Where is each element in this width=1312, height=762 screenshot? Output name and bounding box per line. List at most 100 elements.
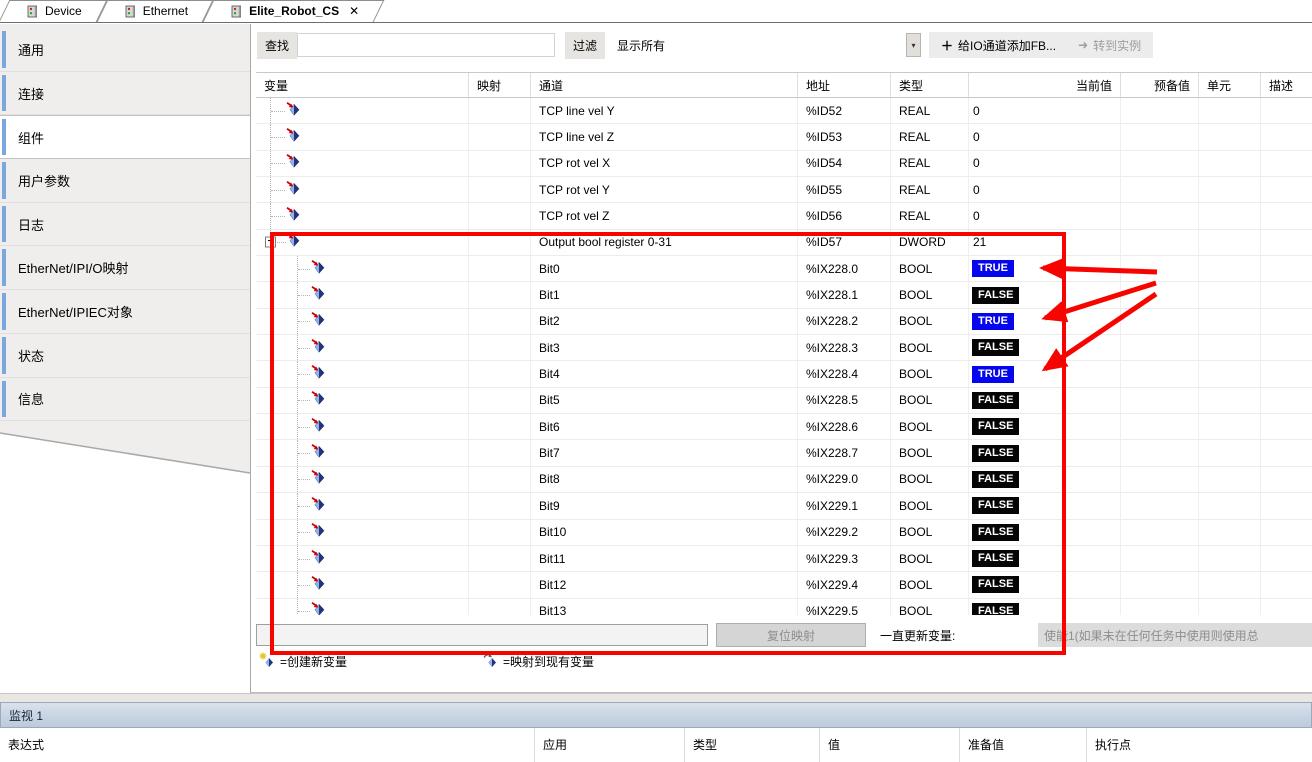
variable-cell[interactable] xyxy=(256,151,469,176)
sidebar-item-1[interactable]: 连接 xyxy=(0,72,250,116)
bool-value-badge[interactable]: TRUE xyxy=(972,366,1014,383)
column-header-8[interactable]: 描述 xyxy=(1261,73,1312,97)
sidebar-item-7[interactable]: 状态 xyxy=(0,334,250,378)
current-value-cell[interactable]: FALSE xyxy=(969,414,1121,439)
current-value-cell[interactable]: FALSE xyxy=(969,282,1121,307)
column-header-7[interactable]: 单元 xyxy=(1199,73,1261,97)
prepared-value-cell[interactable] xyxy=(1121,177,1199,202)
tab-elite-robot-cs[interactable]: Elite_Robot_CS✕ xyxy=(208,0,379,22)
column-header-0[interactable]: 变量 xyxy=(256,73,469,97)
variable-cell[interactable] xyxy=(256,599,469,615)
prepared-value-cell[interactable] xyxy=(1121,256,1199,281)
io-row-bit6[interactable]: Bit6%IX228.6BOOLFALSE xyxy=(256,414,1312,440)
prepared-value-cell[interactable] xyxy=(1121,572,1199,597)
find-input[interactable] xyxy=(297,33,555,57)
io-row-bit5[interactable]: Bit5%IX228.5BOOLFALSE xyxy=(256,388,1312,414)
bool-value-badge[interactable]: FALSE xyxy=(972,287,1019,304)
mapping-cell[interactable] xyxy=(469,309,531,334)
bool-value-badge[interactable]: FALSE xyxy=(972,471,1019,488)
update-mode-dropdown[interactable]: 使能1(如果未在任何任务中使用则使用总 xyxy=(1038,623,1312,647)
mapping-cell[interactable] xyxy=(469,335,531,360)
mapping-cell[interactable] xyxy=(469,151,531,176)
watch-column-header-3[interactable]: 值 xyxy=(820,728,960,762)
prepared-value-cell[interactable] xyxy=(1121,467,1199,492)
column-header-3[interactable]: 地址 xyxy=(798,73,891,97)
prepared-value-cell[interactable] xyxy=(1121,493,1199,518)
io-row-bit8[interactable]: Bit8%IX229.0BOOLFALSE xyxy=(256,467,1312,493)
variable-cell[interactable] xyxy=(256,256,469,281)
io-row-bit12[interactable]: Bit12%IX229.4BOOLFALSE xyxy=(256,572,1312,598)
bool-value-badge[interactable]: FALSE xyxy=(972,418,1019,435)
tab-device[interactable]: Device xyxy=(4,0,102,22)
current-value-cell[interactable]: 0 xyxy=(969,177,1121,202)
bool-value-badge[interactable]: FALSE xyxy=(972,603,1019,615)
current-value-cell[interactable]: TRUE xyxy=(969,309,1121,334)
io-row-bit0[interactable]: Bit0%IX228.0BOOLTRUE xyxy=(256,256,1312,282)
sidebar-item-8[interactable]: 信息 xyxy=(0,378,250,422)
column-header-5[interactable]: 当前值 xyxy=(969,73,1121,97)
current-value-cell[interactable]: FALSE xyxy=(969,440,1121,465)
mapping-cell[interactable] xyxy=(469,388,531,413)
mapping-cell[interactable] xyxy=(469,440,531,465)
variable-cell[interactable] xyxy=(256,177,469,202)
variable-cell[interactable]: − xyxy=(256,230,469,255)
sidebar-item-5[interactable]: EtherNet/IPI/O映射 xyxy=(0,246,250,290)
io-row-bit1[interactable]: Bit1%IX228.1BOOLFALSE xyxy=(256,282,1312,308)
prepared-value-cell[interactable] xyxy=(1121,414,1199,439)
variable-cell[interactable] xyxy=(256,546,469,571)
io-row-bit3[interactable]: Bit3%IX228.3BOOLFALSE xyxy=(256,335,1312,361)
io-row-output-bool-register-0-31[interactable]: − Output bool register 0-31%ID57DWORD21 xyxy=(256,230,1312,256)
filter-dropdown[interactable]: 显示所有 ▾ xyxy=(609,33,921,57)
current-value[interactable]: 0 xyxy=(969,104,980,118)
variable-cell[interactable] xyxy=(256,98,469,123)
mapping-cell[interactable] xyxy=(469,493,531,518)
variable-cell[interactable] xyxy=(256,335,469,360)
sidebar-item-4[interactable]: 日志 xyxy=(0,203,250,247)
mapping-cell[interactable] xyxy=(469,599,531,615)
sidebar-item-3[interactable]: 用户参数 xyxy=(0,159,250,203)
prepared-value-cell[interactable] xyxy=(1121,335,1199,360)
prepared-value-cell[interactable] xyxy=(1121,546,1199,571)
current-value-cell[interactable]: 0 xyxy=(969,203,1121,228)
current-value-cell[interactable]: FALSE xyxy=(969,546,1121,571)
variable-cell[interactable] xyxy=(256,572,469,597)
current-value-cell[interactable]: TRUE xyxy=(969,256,1121,281)
io-row-tcp-line-vel-y[interactable]: TCP line vel Y%ID52REAL0 xyxy=(256,98,1312,124)
mapping-cell[interactable] xyxy=(469,520,531,545)
column-header-1[interactable]: 映射 xyxy=(469,73,531,97)
bool-value-badge[interactable]: FALSE xyxy=(972,445,1019,462)
variable-cell[interactable] xyxy=(256,388,469,413)
prepared-value-cell[interactable] xyxy=(1121,230,1199,255)
prepared-value-cell[interactable] xyxy=(1121,98,1199,123)
current-value[interactable]: 0 xyxy=(969,156,980,170)
panel-splitter[interactable] xyxy=(0,693,1312,702)
add-fb-to-io-channel-button[interactable]: ＋ 给IO通道添加FB... xyxy=(941,37,1056,54)
watch-column-header-5[interactable]: 执行点 xyxy=(1087,728,1312,762)
io-row-bit2[interactable]: Bit2%IX228.2BOOLTRUE xyxy=(256,309,1312,335)
column-header-2[interactable]: 通道 xyxy=(531,73,798,97)
mapping-cell[interactable] xyxy=(469,177,531,202)
bool-value-badge[interactable]: FALSE xyxy=(972,497,1019,514)
sidebar-item-0[interactable]: 通用 xyxy=(0,28,250,72)
bool-value-badge[interactable]: FALSE xyxy=(972,392,1019,409)
current-value-cell[interactable]: FALSE xyxy=(969,335,1121,360)
prepared-value-cell[interactable] xyxy=(1121,388,1199,413)
prepared-value-cell[interactable] xyxy=(1121,520,1199,545)
tab-ethernet[interactable]: Ethernet xyxy=(102,0,208,22)
variable-cell[interactable] xyxy=(256,440,469,465)
reset-mapping-button[interactable]: 复位映射 xyxy=(716,623,866,647)
bool-value-badge[interactable]: TRUE xyxy=(972,313,1014,330)
io-row-tcp-rot-vel-z[interactable]: TCP rot vel Z%ID56REAL0 xyxy=(256,203,1312,229)
mapping-cell[interactable] xyxy=(469,572,531,597)
watch-column-header-1[interactable]: 应用 xyxy=(535,728,685,762)
variable-cell[interactable] xyxy=(256,282,469,307)
mapping-cell[interactable] xyxy=(469,361,531,386)
variable-cell[interactable] xyxy=(256,309,469,334)
mapping-cell[interactable] xyxy=(469,98,531,123)
close-icon[interactable]: ✕ xyxy=(349,4,359,18)
mapping-cell[interactable] xyxy=(469,124,531,149)
prepared-value-cell[interactable] xyxy=(1121,361,1199,386)
io-row-bit13[interactable]: Bit13%IX229.5BOOLFALSE xyxy=(256,599,1312,615)
io-row-tcp-rot-vel-x[interactable]: TCP rot vel X%ID54REAL0 xyxy=(256,151,1312,177)
prepared-value-cell[interactable] xyxy=(1121,203,1199,228)
